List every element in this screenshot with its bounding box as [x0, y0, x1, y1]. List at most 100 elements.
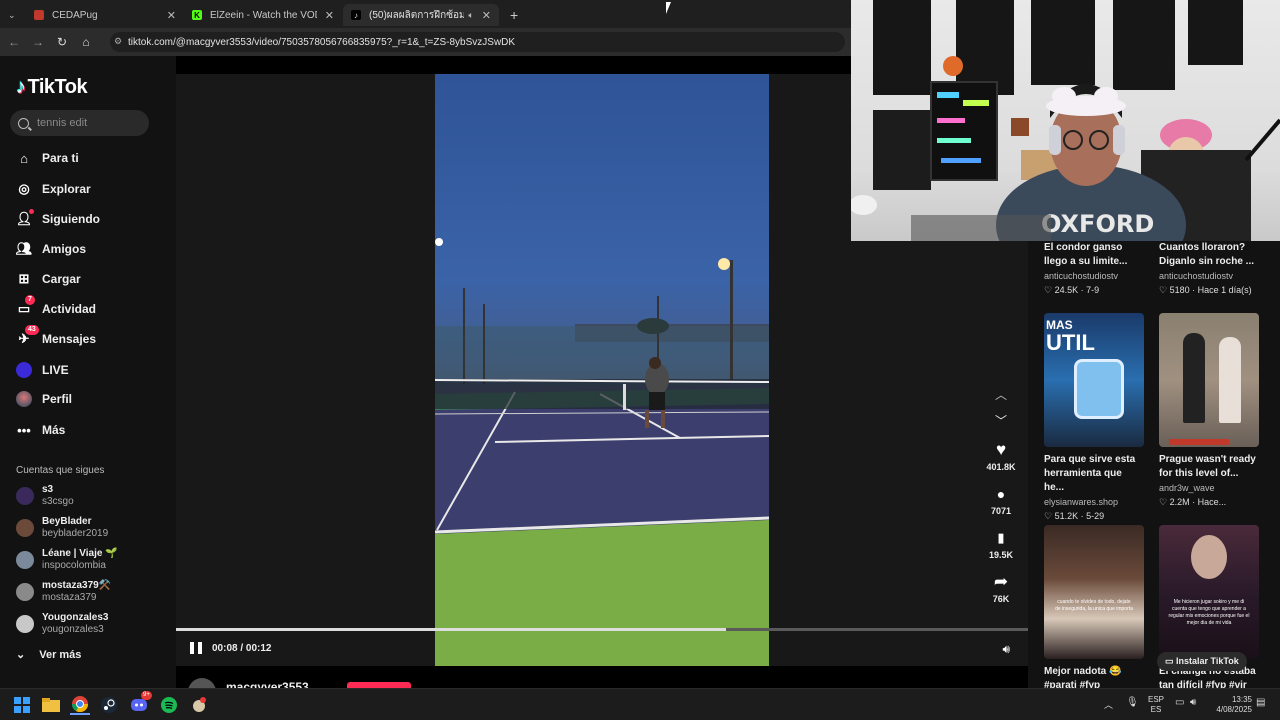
following-account[interactable]: Léane | Viaje 🌱 inspocolombia	[16, 548, 118, 572]
card-title-line: #parati #fyp	[1044, 680, 1101, 688]
sidebar-item-label: Mensajes	[42, 332, 97, 346]
video-thumbnail[interactable]: Me hicieron jugar sokiro y me di cuenta …	[1159, 525, 1259, 659]
sidebar-item-cargar[interactable]: ⊞ Cargar	[16, 268, 81, 290]
notifications-icon[interactable]: ▤	[1256, 697, 1265, 708]
card-title-line: Diganlo sin roche ...	[1159, 256, 1255, 267]
close-icon[interactable]: ✕	[167, 9, 176, 22]
tab-kick[interactable]: K ElZeein - Watch the VOD on Kick ✕	[184, 4, 342, 26]
desktop-icon: ▭	[1165, 656, 1177, 666]
account-handle: s3csgo	[42, 496, 74, 507]
network-icon[interactable]: ▭	[1175, 697, 1184, 708]
sidebar-item-amigos[interactable]: 👥︎ Amigos	[16, 238, 86, 260]
site-info-icon[interactable]: ⚙	[114, 36, 122, 47]
account-name: Léane | Viaje 🌱	[42, 548, 118, 559]
video-card[interactable]: Cuantos lloraron? Diganlo sin roche ... …	[1159, 241, 1277, 297]
chevron-down-icon: ⌄	[8, 9, 16, 20]
video-card[interactable]: Prague wasn't ready for this level of...…	[1159, 313, 1259, 509]
sidebar-item-explorar[interactable]: ◎ Explorar	[16, 178, 90, 200]
page-top-strip	[176, 56, 851, 74]
sidebar-item-para-ti[interactable]: ⌂ Para ti	[16, 147, 79, 169]
clock-date: 4/08/2025	[1216, 705, 1252, 714]
more-icon: •••	[17, 422, 31, 438]
spotify-icon[interactable]	[159, 695, 179, 715]
address-bar[interactable]: ⚙ tiktok.com/@macgyver3553/video/7503578…	[110, 32, 845, 52]
search-input[interactable]: tennis edit	[10, 110, 149, 136]
video-thumbnail[interactable]: MAS UTIL	[1044, 313, 1144, 447]
video-frame[interactable]	[435, 74, 769, 666]
comment-button[interactable]: ● 7071	[977, 484, 1025, 516]
card-date: 7-9	[1086, 285, 1100, 295]
close-icon[interactable]: ✕	[325, 9, 334, 22]
steam-icon[interactable]	[99, 695, 119, 715]
bookmark-button[interactable]: ▮ 19.5K	[977, 528, 1025, 560]
speaker-icon[interactable]: 🔈︎	[468, 10, 473, 21]
tiktok-sidebar: ♪ TikTok tennis edit ⌂ Para ti ◎ Explora…	[0, 56, 176, 688]
heart-icon: ♡	[1159, 497, 1170, 507]
tab-list-button[interactable]: ⌄	[0, 4, 26, 26]
following-account[interactable]: BeyBlader beyblader2019	[16, 516, 108, 540]
upload-icon: ⊞	[18, 271, 30, 286]
sidebar-item-live[interactable]: LIVE	[16, 359, 69, 381]
see-more-button[interactable]: ⌄ Ver más	[16, 648, 82, 662]
video-progress-bar[interactable]	[176, 628, 1028, 631]
video-card[interactable]: cuando te olvides de todo, dejate de ins…	[1044, 525, 1144, 688]
sidebar-item-mas[interactable]: ••• Más	[16, 419, 65, 441]
card-likes: 2.2M	[1169, 497, 1190, 507]
card-likes: 5180	[1169, 285, 1190, 295]
sidebar-item-mensajes[interactable]: ✈︎ 43 Mensajes	[16, 325, 97, 350]
reload-icon[interactable]: ↻	[50, 35, 74, 49]
video-thumbnail[interactable]	[1159, 313, 1259, 447]
person-figure	[1219, 337, 1241, 423]
windows-start-icon[interactable]	[12, 695, 32, 715]
discord-icon[interactable]: 9+	[129, 691, 152, 715]
url-text: tiktok.com/@macgyver3553/video/750357805…	[128, 36, 516, 48]
following-account[interactable]: s3 s3csgo	[16, 484, 74, 508]
friends-icon: 👥︎	[15, 241, 33, 256]
sidebar-item-perfil[interactable]: Perfil	[16, 388, 72, 410]
share-button[interactable]: ➦ 76K	[977, 572, 1025, 604]
face-image	[1191, 535, 1227, 579]
see-more-label: Ver más	[39, 648, 82, 661]
new-tab-button[interactable]: +	[502, 4, 524, 26]
game-app-icon[interactable]	[189, 695, 209, 715]
volume-icon[interactable]: 🔊︎	[1002, 642, 1010, 657]
tray-chevron-icon[interactable]: ︿	[1104, 698, 1113, 711]
volume-icon[interactable]: 🔊︎	[1190, 697, 1196, 708]
video-card[interactable]: MAS UTIL Para que sirve esta herramienta…	[1044, 313, 1144, 523]
related-videos-feed: El condor ganso llego a su limite... ant…	[1028, 241, 1280, 688]
install-tiktok-button[interactable]: ▭ Instalar TikTok	[1157, 652, 1247, 671]
sidebar-item-actividad[interactable]: ▭ 7 Actividad	[16, 295, 96, 320]
forward-icon[interactable]: →	[26, 35, 50, 49]
chevron-down-icon[interactable]: ﹀	[989, 412, 1013, 429]
sidebar-item-siguiendo[interactable]: 👤︎ Siguiendo	[16, 208, 100, 230]
search-icon	[18, 117, 29, 129]
like-button[interactable]: ♥ 401.8K	[977, 440, 1025, 472]
home-icon: ⌂	[20, 150, 28, 166]
avatar[interactable]	[188, 678, 216, 688]
sidebar-item-label: Para ti	[42, 151, 79, 165]
chevron-up-icon[interactable]: ︿	[989, 386, 1013, 403]
close-icon[interactable]: ✕	[482, 9, 491, 22]
sidebar-item-label: Más	[42, 423, 66, 437]
home-page-icon[interactable]: ⌂	[74, 35, 98, 49]
avatar	[16, 551, 34, 569]
pause-icon[interactable]	[190, 642, 202, 654]
author-name[interactable]: macgyver3553	[226, 680, 309, 688]
video-thumbnail[interactable]: cuando te olvides de todo, dejate de ins…	[1044, 525, 1144, 659]
video-card[interactable]: El condor ganso llego a su limite... ant…	[1044, 241, 1144, 297]
following-account[interactable]: mostaza379⚒️ mostaza379	[16, 580, 111, 604]
tiktok-logo-text: TikTok	[27, 76, 88, 98]
language-indicator[interactable]: ESP ES	[1148, 695, 1164, 715]
account-handle: mostaza379	[42, 592, 97, 603]
chevron-down-icon: ⌄	[16, 649, 26, 661]
tiktok-logo[interactable]: ♪ TikTok	[16, 76, 88, 99]
playback-controls: 00:08 / 00:12	[190, 642, 272, 654]
tab-tiktok[interactable]: ♪ (50)ผลผลิตการฝึกซ้อมเทนนิส... 🔈︎ ✕	[343, 4, 499, 26]
tab-cedapug[interactable]: CEDAPug ✕	[26, 4, 184, 26]
back-icon[interactable]: ←	[2, 35, 26, 49]
taskbar-clock[interactable]: 13:35 4/08/2025	[1212, 695, 1252, 715]
following-account[interactable]: Yougonzales3 yougonzales3	[16, 612, 109, 636]
file-explorer-icon[interactable]	[41, 695, 61, 715]
chrome-icon[interactable]	[70, 695, 90, 715]
microphone-icon[interactable]: 🎙︎	[1126, 697, 1139, 708]
